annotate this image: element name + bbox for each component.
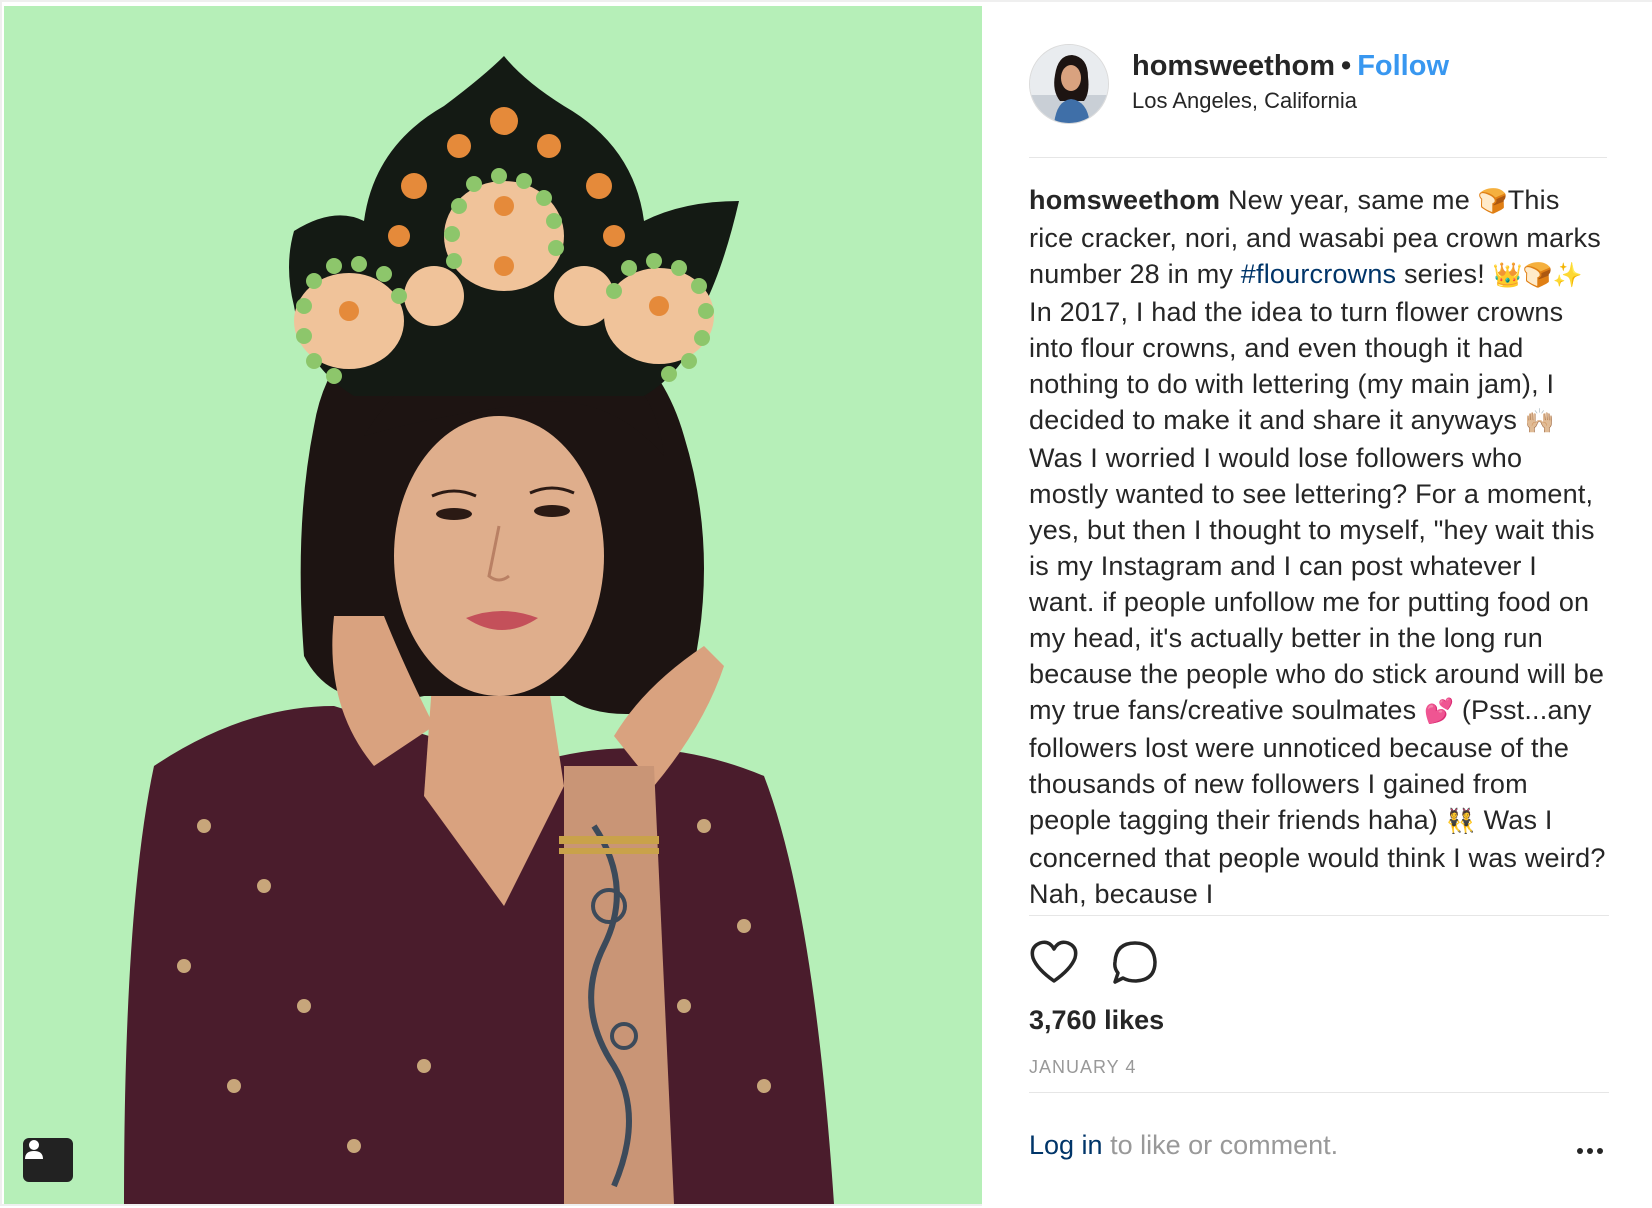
- dancers-emoji: 👯: [1445, 808, 1476, 835]
- follow-button[interactable]: Follow: [1357, 50, 1449, 82]
- header-title-line: homsweethom • Follow: [1132, 48, 1449, 84]
- login-prompt: Log in to like or comment.: [1029, 1127, 1338, 1163]
- post-date[interactable]: JANUARY 4: [1029, 1055, 1136, 1079]
- avatar-image: [1030, 45, 1108, 123]
- post-photo[interactable]: [4, 6, 982, 1204]
- bread-emoji: 🍞: [1477, 188, 1508, 215]
- action-bar: [1029, 938, 1187, 988]
- avatar[interactable]: [1029, 44, 1109, 124]
- caption-text-5: Was I worried I would lose followers who…: [1029, 443, 1605, 725]
- caption-username[interactable]: homsweethom: [1029, 185, 1220, 215]
- header-text: homsweethom • Follow Los Angeles, Californ…: [1132, 48, 1449, 116]
- comment-button[interactable]: [1110, 938, 1160, 988]
- comment-bubble-icon: [1113, 941, 1158, 984]
- like-count[interactable]: 3,760 likes: [1029, 1002, 1164, 1038]
- user-tag-button[interactable]: [23, 1138, 73, 1182]
- separator-dot: •: [1341, 50, 1352, 82]
- caption-text-1: New year, same me: [1227, 185, 1470, 215]
- like-button[interactable]: [1029, 938, 1079, 988]
- raised-hands-emoji: 🙌🏼: [1524, 408, 1555, 435]
- photo-illustration: [124, 56, 834, 1204]
- post-header: homsweethom • Follow Los Angeles, Californ…: [1029, 44, 1607, 158]
- caption: homsweethom New year, same me 🍞This rice…: [1029, 182, 1609, 912]
- caption-scroll-area[interactable]: homsweethom New year, same me 🍞This rice…: [1029, 182, 1609, 916]
- comment-bar: Log in to like or comment.: [1029, 1092, 1609, 1204]
- more-options-icon: [1577, 1141, 1607, 1158]
- crown-bread-sparkles-emoji: 👑🍞✨: [1492, 262, 1583, 289]
- heart-outline-icon: [1030, 940, 1078, 983]
- post-card: homsweethom • Follow Los Angeles, Californ…: [0, 0, 1652, 1208]
- login-link[interactable]: Log in: [1029, 1130, 1103, 1160]
- more-options-button[interactable]: [1577, 1141, 1609, 1154]
- login-prompt-rest: to like or comment.: [1110, 1130, 1339, 1160]
- location-link[interactable]: Los Angeles, California: [1132, 86, 1449, 116]
- username-link[interactable]: homsweethom: [1132, 50, 1335, 82]
- caption-text-4: In 2017, I had the idea to turn flower c…: [1029, 297, 1564, 435]
- hashtag-link[interactable]: #flourcrowns: [1241, 259, 1396, 289]
- post-details-pane: homsweethom • Follow Los Angeles, Californ…: [982, 2, 1652, 1208]
- caption-text-3: series!: [1403, 259, 1485, 289]
- two-hearts-emoji: 💕: [1424, 698, 1455, 725]
- user-tag-icon: [25, 1140, 43, 1159]
